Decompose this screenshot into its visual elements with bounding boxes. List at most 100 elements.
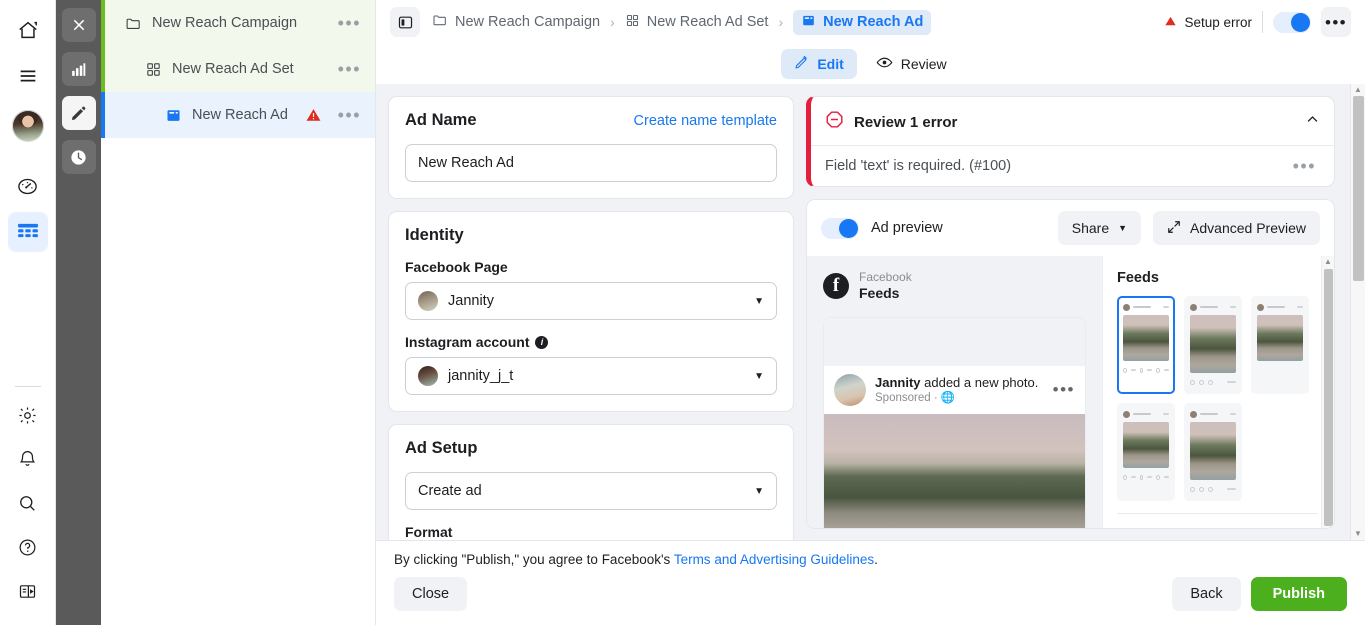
editor-tabs: Edit Review xyxy=(390,44,1351,84)
facebook-page-select[interactable]: Jannity ▼ xyxy=(405,282,777,320)
gear-icon[interactable] xyxy=(8,395,48,435)
editor-toolstrip xyxy=(56,0,101,625)
instagram-avatar xyxy=(418,366,438,386)
breadcrumb-item-campaign[interactable]: New Reach Campaign xyxy=(432,12,600,32)
placements-grid xyxy=(1117,296,1324,501)
info-icon[interactable]: i xyxy=(535,336,548,349)
ad-more-button[interactable]: ••• xyxy=(334,110,365,120)
preview-scrollbar[interactable]: ▲ xyxy=(1321,256,1334,528)
globe-icon: 🌐 xyxy=(941,392,955,404)
error-icon xyxy=(825,110,844,134)
editor-header: New Reach Campaign › New Reach Ad Set › xyxy=(376,0,1365,84)
tab-edit[interactable]: Edit xyxy=(781,49,856,79)
ad-preview-card: Ad preview Share ▼ Advanced Preview xyxy=(806,199,1335,529)
clock-icon[interactable] xyxy=(62,140,96,174)
tree-row[interactable]: New Reach Campaign ••• xyxy=(101,0,375,46)
feeds-thumb-2[interactable] xyxy=(1184,296,1242,394)
instagram-account-value: jannity_j_t xyxy=(448,368,513,384)
adset-more-button[interactable]: ••• xyxy=(334,64,365,74)
menu-icon[interactable] xyxy=(8,56,48,96)
page-scrollbar[interactable]: ▲ ▼ xyxy=(1350,84,1365,540)
speedometer-icon[interactable] xyxy=(8,166,48,206)
editor-main: New Reach Campaign › New Reach Ad Set › xyxy=(375,0,1365,625)
ad-icon xyxy=(163,107,183,124)
identity-title: Identity xyxy=(405,226,777,245)
instagram-account-select[interactable]: jannity_j_t ▼ xyxy=(405,357,777,395)
toggle-knob xyxy=(839,219,858,238)
more-dots: ••• xyxy=(1325,18,1347,27)
breadcrumb-label: New Reach Campaign xyxy=(455,14,600,30)
ad-preview-toggle[interactable] xyxy=(821,218,859,239)
header-actions: Setup error ••• xyxy=(1164,7,1351,37)
facebook-post-preview: Jannity added a new photo. Sponsored · 🌐… xyxy=(823,317,1086,530)
tree-label-adset: New Reach Ad Set xyxy=(172,61,334,77)
tree-row[interactable]: New Reach Ad ••• xyxy=(101,92,375,138)
breadcrumb-item-ad[interactable]: New Reach Ad xyxy=(793,10,931,35)
chevron-up-icon[interactable] xyxy=(1305,112,1320,132)
publish-button[interactable]: Publish xyxy=(1251,577,1347,611)
create-ad-select[interactable]: Create ad ▼ xyxy=(405,472,777,510)
scroll-up-icon[interactable]: ▲ xyxy=(1324,256,1332,268)
close-icon[interactable] xyxy=(62,8,96,42)
facebook-logo-icon: f xyxy=(823,273,849,299)
scrollbar-thumb[interactable] xyxy=(1353,96,1364,281)
tree-label-campaign: New Reach Campaign xyxy=(152,15,334,31)
tab-review[interactable]: Review xyxy=(863,49,960,79)
ad-name-header: Ad Name Create name template xyxy=(405,111,777,130)
breadcrumb-item-adset[interactable]: New Reach Ad Set xyxy=(625,13,769,32)
panel-toggle-icon[interactable] xyxy=(390,7,420,37)
review-error-header: Review 1 error xyxy=(811,97,1334,145)
breadcrumb: New Reach Campaign › New Reach Ad Set › xyxy=(432,10,931,35)
close-button[interactable]: Close xyxy=(394,577,467,611)
header-top-row: New Reach Campaign › New Reach Ad Set › xyxy=(390,0,1351,44)
advanced-preview-button[interactable]: Advanced Preview xyxy=(1153,211,1320,245)
agreement-suffix: . xyxy=(874,552,878,567)
advanced-preview-label: Advanced Preview xyxy=(1190,220,1306,236)
share-button[interactable]: Share ▼ xyxy=(1058,211,1141,245)
campaign-more-button[interactable]: ••• xyxy=(334,18,365,28)
scroll-up-icon[interactable]: ▲ xyxy=(1354,84,1362,96)
ad-name-input[interactable]: New Reach Ad xyxy=(405,144,777,182)
ad-icon xyxy=(801,13,816,32)
placements-divider xyxy=(1117,513,1318,514)
table-icon[interactable] xyxy=(8,212,48,252)
folder-icon xyxy=(432,12,448,32)
feeds-thumb-4[interactable] xyxy=(1117,403,1175,501)
chart-icon[interactable] xyxy=(62,52,96,86)
scroll-down-icon[interactable]: ▼ xyxy=(1354,528,1362,540)
share-label: Share xyxy=(1072,220,1109,236)
feeds-thumb-3[interactable] xyxy=(1251,296,1309,394)
ad-status-toggle[interactable] xyxy=(1273,12,1311,33)
search-icon[interactable] xyxy=(8,483,48,523)
home-icon[interactable] xyxy=(8,10,48,50)
back-button[interactable]: Back xyxy=(1172,577,1240,611)
pencil-icon[interactable] xyxy=(62,96,96,130)
identity-card: Identity Facebook Page Jannity ▼ Instagr… xyxy=(388,211,794,412)
create-name-template-link[interactable]: Create name template xyxy=(634,113,777,129)
panel-icon[interactable] xyxy=(8,571,48,611)
header-more-button[interactable]: ••• xyxy=(1321,7,1351,37)
facebook-page-value: Jannity xyxy=(448,293,494,309)
chevron-down-icon: ▼ xyxy=(754,296,764,307)
ad-accent-bar xyxy=(101,92,105,138)
post-image xyxy=(824,414,1085,530)
post-more-button[interactable]: ••• xyxy=(1053,385,1075,394)
header-divider xyxy=(1262,11,1263,33)
avatar[interactable] xyxy=(12,110,44,142)
feeds-thumb-5[interactable] xyxy=(1184,403,1242,501)
help-icon[interactable] xyxy=(8,527,48,567)
scrollbar-thumb[interactable] xyxy=(1324,269,1333,526)
app-rail xyxy=(0,0,56,625)
format-label: Format xyxy=(405,524,777,540)
tree-label-ad: New Reach Ad xyxy=(192,107,305,123)
breadcrumb-label: New Reach Ad xyxy=(823,14,923,30)
grid-icon xyxy=(143,61,163,78)
review-error-more-button[interactable]: ••• xyxy=(1289,161,1320,171)
feeds-thumb-1[interactable] xyxy=(1117,296,1175,394)
editor-footer: By clicking "Publish," you agree to Face… xyxy=(376,540,1365,625)
tree-row[interactable]: New Reach Ad Set ••• xyxy=(101,46,375,92)
bell-icon[interactable] xyxy=(8,439,48,479)
terms-link[interactable]: Terms and Advertising Guidelines xyxy=(674,552,874,567)
chevron-down-icon: ▼ xyxy=(1118,223,1127,233)
post-avatar xyxy=(834,374,866,406)
